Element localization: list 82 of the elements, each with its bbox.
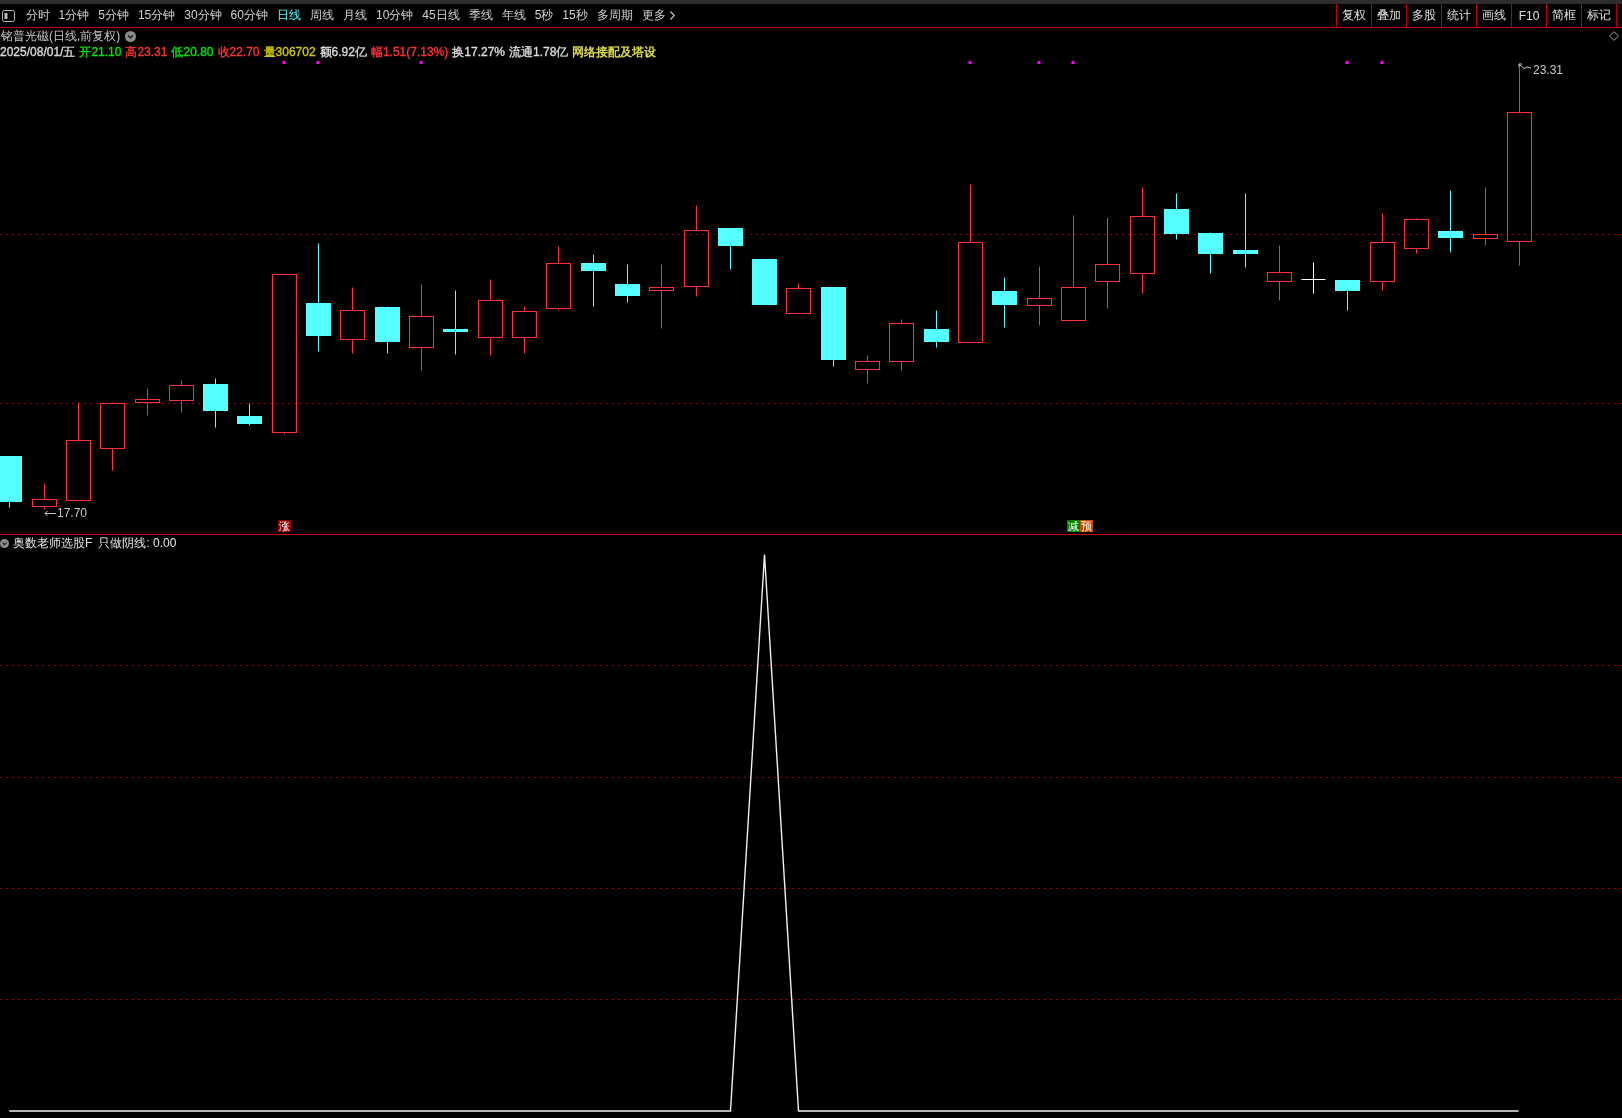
signal-marker-icon bbox=[282, 61, 286, 64]
candlestick bbox=[786, 283, 811, 314]
candlestick bbox=[1267, 245, 1292, 301]
quote-field: 量306702 bbox=[263, 44, 316, 60]
candlestick bbox=[924, 310, 949, 348]
candlestick bbox=[100, 402, 125, 471]
signal-tag: 预 bbox=[1080, 520, 1093, 532]
candlestick bbox=[512, 306, 537, 354]
candlestick bbox=[169, 380, 194, 413]
period-tab[interactable]: 日线 bbox=[272, 4, 306, 27]
high-price-label: 23.31 bbox=[1533, 63, 1564, 77]
period-tab[interactable]: 周线 bbox=[305, 4, 339, 27]
period-tab[interactable]: 月线 bbox=[338, 4, 372, 27]
candlestick bbox=[1404, 218, 1429, 254]
quote-field: 网络接配及塔设 bbox=[572, 44, 657, 60]
period-tab[interactable]: 15秒 bbox=[557, 4, 593, 27]
quote-field: 换17.27% bbox=[452, 44, 505, 60]
period-tab[interactable]: 季线 bbox=[464, 4, 498, 27]
arrow-icon bbox=[1518, 63, 1531, 70]
candlestick bbox=[375, 306, 400, 354]
candlestick bbox=[889, 319, 914, 371]
chart-title: 铭普光磁(日线,前复权) bbox=[1, 28, 121, 44]
candlestick bbox=[1438, 190, 1463, 253]
candlestick bbox=[135, 388, 160, 416]
indicator-name: 奥数老师选股F bbox=[13, 535, 93, 551]
candlestick bbox=[855, 355, 880, 384]
period-tab[interactable]: 1分钟 bbox=[54, 4, 94, 27]
period-tab[interactable]: 10分钟 bbox=[371, 4, 418, 27]
candlestick bbox=[1301, 262, 1326, 294]
candlestick bbox=[443, 290, 468, 355]
period-tab[interactable]: 30分钟 bbox=[179, 4, 227, 27]
candlestick bbox=[237, 403, 262, 426]
candlestick bbox=[718, 228, 743, 270]
signal-marker-icon bbox=[968, 61, 972, 64]
quote-field: 开21.10 bbox=[79, 44, 122, 60]
candlestick bbox=[1198, 232, 1223, 274]
signal-marker-icon bbox=[1380, 61, 1384, 64]
candlestick bbox=[340, 287, 365, 354]
candlestick bbox=[32, 483, 57, 510]
period-tab[interactable]: 年线 bbox=[497, 4, 531, 27]
candlestick bbox=[546, 246, 571, 311]
candlestick bbox=[1473, 187, 1498, 246]
candlestick bbox=[0, 456, 22, 508]
indicator-reading: 只做阴线: 0.00 bbox=[98, 535, 177, 551]
period-tab[interactable]: 15分钟 bbox=[133, 4, 180, 27]
candlestick bbox=[1027, 266, 1052, 326]
candlestick bbox=[203, 378, 228, 428]
low-price-label: 17.70 bbox=[57, 506, 88, 520]
quote-field: 额6.92亿 bbox=[319, 44, 367, 60]
candlestick bbox=[581, 254, 606, 307]
period-tab[interactable]: 60分钟 bbox=[226, 4, 273, 27]
candlestick bbox=[649, 264, 674, 329]
quote-field: 流通1.78亿 bbox=[509, 44, 569, 60]
signal-marker-icon bbox=[1071, 61, 1075, 64]
panel-icon[interactable] bbox=[2, 9, 15, 22]
candlestick bbox=[1164, 193, 1189, 240]
signal-tag: 涨 bbox=[278, 520, 291, 532]
candlestick bbox=[1335, 280, 1360, 311]
quote-field: 幅1.51(7.13%) bbox=[370, 44, 449, 60]
chevron-right-icon bbox=[669, 11, 675, 20]
diamond-icon[interactable] bbox=[1609, 31, 1619, 41]
quote-field: 2025/08/01/五 bbox=[0, 44, 76, 60]
signal-marker-icon bbox=[1037, 61, 1041, 64]
period-tab[interactable]: 45日线 bbox=[417, 4, 465, 27]
quote-field: 低20.80 bbox=[171, 44, 214, 60]
quote-field: 高23.31 bbox=[125, 44, 168, 60]
arrow-icon bbox=[44, 510, 56, 517]
period-tab[interactable]: 5分钟 bbox=[93, 4, 134, 27]
period-tab[interactable]: 分时 bbox=[21, 4, 54, 27]
more-menu-button[interactable]: 更多 bbox=[637, 4, 680, 27]
signal-tag: 减 bbox=[1067, 520, 1080, 532]
dropdown-circle-icon[interactable] bbox=[125, 30, 137, 42]
signal-marker-icon bbox=[1345, 61, 1349, 64]
candlestick bbox=[615, 264, 640, 303]
candlestick bbox=[992, 277, 1017, 328]
signal-marker-icon bbox=[316, 61, 320, 64]
candlestick bbox=[752, 259, 777, 305]
quote-field: 收22.70 bbox=[217, 44, 260, 60]
dropdown-circle-icon[interactable] bbox=[0, 538, 9, 548]
period-tab[interactable]: 多周期 bbox=[592, 4, 638, 27]
period-tab[interactable]: 5秒 bbox=[530, 4, 558, 27]
signal-marker-icon bbox=[419, 61, 423, 64]
